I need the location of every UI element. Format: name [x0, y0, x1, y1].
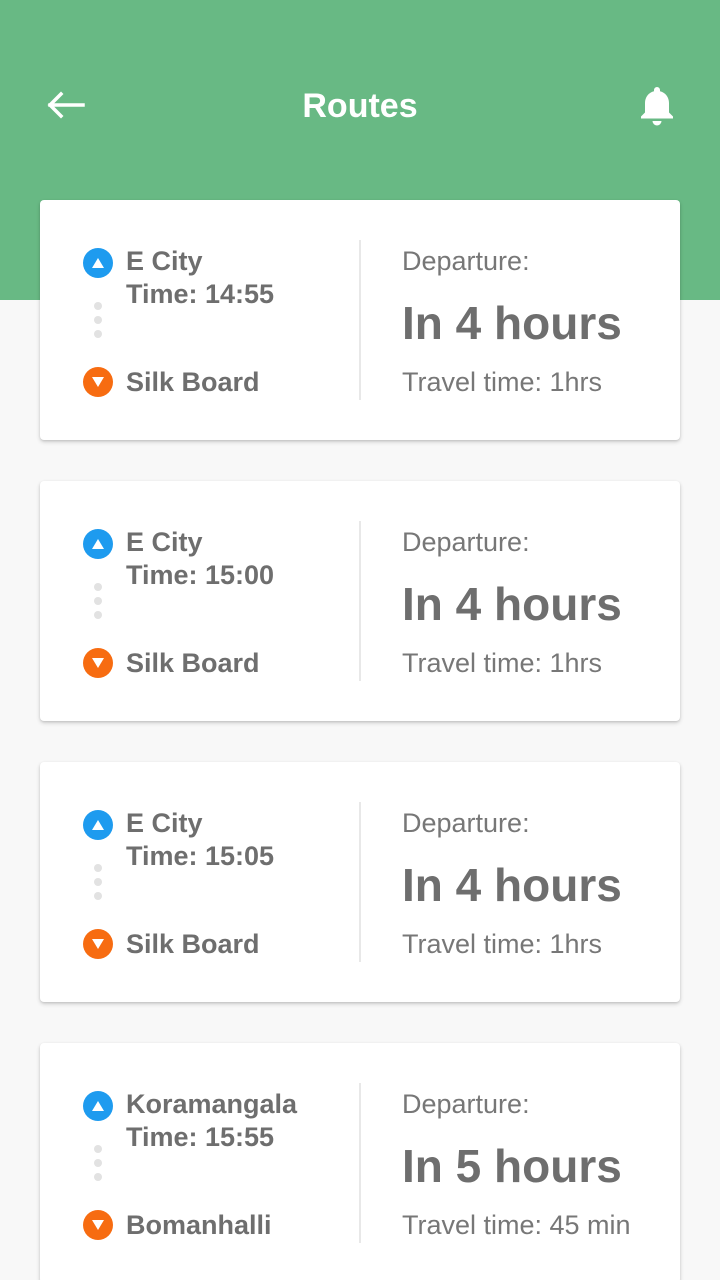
origin-name: E City: [126, 246, 203, 276]
triangle-down-icon: [92, 939, 104, 949]
destination-name: Bomanhalli: [126, 1210, 272, 1240]
destination-name: Silk Board: [126, 929, 260, 959]
origin-marker: [83, 1091, 113, 1121]
origin-marker: [83, 529, 113, 559]
travel-time: Travel time: 1hrs: [402, 929, 603, 959]
notifications-button[interactable]: [630, 78, 684, 132]
route-card[interactable]: E City Time: 15:00 Silk Board Departure:…: [40, 481, 680, 721]
routes-screen: Routes E City Time: 14:55 Silk Board Dep…: [0, 0, 720, 1280]
departure-countdown: In 4 hours: [402, 578, 622, 630]
departure-label: Departure:: [402, 246, 530, 276]
destination-marker: [83, 367, 113, 397]
destination-name: Silk Board: [126, 367, 260, 397]
travel-time: Travel time: 45 min: [402, 1210, 631, 1240]
departure-time: Time: 15:05: [126, 841, 275, 871]
triangle-up-icon: [92, 258, 104, 268]
route-connector: [93, 583, 103, 619]
origin-name: E City: [126, 527, 203, 557]
travel-time: Travel time: 1hrs: [402, 367, 603, 397]
destination-marker: [83, 648, 113, 678]
route-connector: [93, 302, 103, 338]
departure-countdown: In 4 hours: [402, 297, 622, 349]
origin-name: Koramangala: [126, 1089, 298, 1119]
page-title: Routes: [302, 87, 418, 125]
departure-label: Departure:: [402, 1089, 530, 1119]
route-connector: [93, 864, 103, 900]
route-card[interactable]: Koramangala Time: 15:55 Bomanhalli Depar…: [40, 1043, 680, 1280]
origin-marker: [83, 248, 113, 278]
destination-marker: [83, 929, 113, 959]
card-divider: [359, 1083, 361, 1243]
route-card[interactable]: E City Time: 15:05 Silk Board Departure:…: [40, 762, 680, 1002]
departure-time: Time: 14:55: [126, 279, 275, 309]
destination-name: Silk Board: [126, 648, 260, 678]
departure-countdown: In 4 hours: [402, 859, 622, 911]
departure-time: Time: 15:55: [126, 1122, 275, 1152]
route-connector: [93, 1145, 103, 1181]
departure-time: Time: 15:00: [126, 560, 275, 590]
route-list: E City Time: 14:55 Silk Board Departure:…: [40, 200, 680, 1280]
triangle-down-icon: [92, 1220, 104, 1230]
card-divider: [359, 802, 361, 962]
origin-name: E City: [126, 808, 203, 838]
departure-label: Departure:: [402, 527, 530, 557]
route-card[interactable]: E City Time: 14:55 Silk Board Departure:…: [40, 200, 680, 440]
triangle-up-icon: [92, 1101, 104, 1111]
bell-icon: [641, 87, 673, 126]
card-divider: [359, 521, 361, 681]
departure-label: Departure:: [402, 808, 530, 838]
origin-marker: [83, 810, 113, 840]
destination-marker: [83, 1210, 113, 1240]
triangle-up-icon: [92, 820, 104, 830]
triangle-up-icon: [92, 539, 104, 549]
card-divider: [359, 240, 361, 400]
triangle-down-icon: [92, 377, 104, 387]
departure-countdown: In 5 hours: [402, 1140, 622, 1192]
travel-time: Travel time: 1hrs: [402, 648, 603, 678]
triangle-down-icon: [92, 658, 104, 668]
